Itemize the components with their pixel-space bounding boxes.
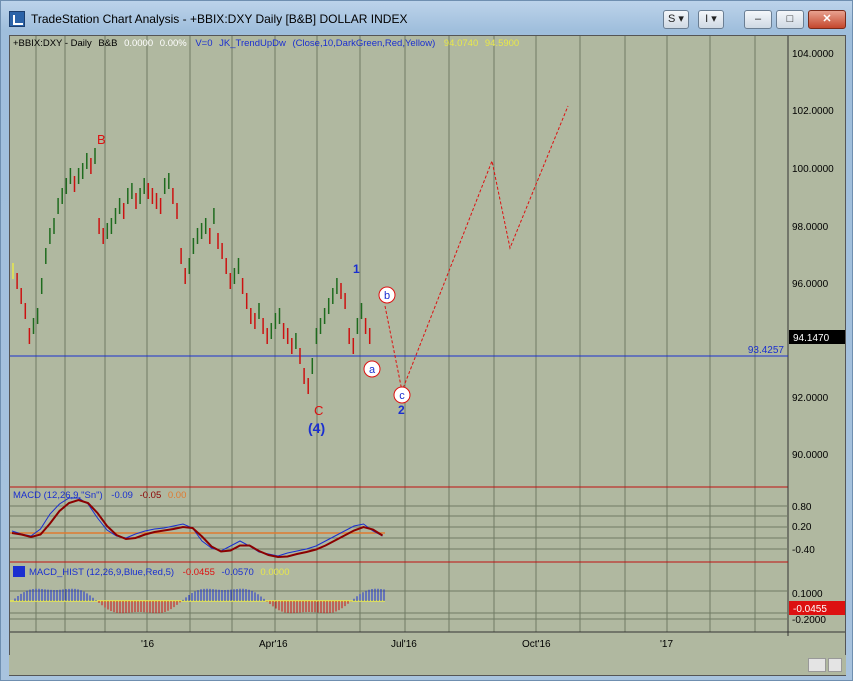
macd-v2: -0.05 (140, 490, 162, 501)
x-axis: '16 Apr'16 Jul'16 Oct'16 '17 (141, 639, 673, 650)
macd-v1: -0.09 (111, 490, 133, 501)
macd-panel: MACD (12,26,9,"Sn") -0.09 -0.05 0.00 0.8… (10, 490, 815, 563)
wave-label-B: B (97, 132, 106, 147)
hist-tick-0.1: 0.1000 (792, 589, 823, 600)
price-axis-ticks: 104.0000 102.0000 100.0000 98.0000 96.00… (792, 49, 834, 461)
wave-label-c: c (399, 390, 405, 402)
last-price-label: 94.1470 (793, 333, 830, 344)
header-volume: V=0 (195, 38, 212, 49)
maximize-icon: □ (786, 13, 794, 25)
header-val1: 94.0740 (444, 38, 478, 49)
macd-header: MACD (12,26,9,"Sn") -0.09 -0.05 0.00 (13, 490, 186, 501)
x-label-apr16: Apr'16 (259, 639, 288, 650)
y-tick-92: 92.0000 (792, 393, 829, 404)
wave-label-2: 2 (398, 403, 405, 417)
zoom-out-button[interactable] (808, 658, 826, 672)
x-label-16: '16 (141, 639, 154, 650)
settings-button[interactable]: S ▾ (663, 10, 689, 29)
y-tick-104: 104.0000 (792, 49, 834, 60)
header-change: 0.0000 (124, 38, 153, 49)
header-symbol: +BBIX:DXY - Daily (13, 38, 92, 49)
close-button[interactable]: ✕ (808, 10, 846, 29)
chart-area[interactable]: 93.4257 +BBIX:DXY - Daily B&B 0.0000 0.0… (9, 35, 846, 676)
maximize-button[interactable]: □ (776, 10, 804, 29)
macd-hist-panel: MACD_HIST (12,26,9,Blue,Red,5) -0.0455 -… (10, 566, 845, 633)
settings-icon: S (668, 13, 676, 25)
macd-v3: 0.00 (168, 490, 187, 501)
header-params: (Close,10,DarkGreen,Red,Yellow) (293, 38, 436, 49)
price-panel-header: +BBIX:DXY - Daily B&B 0.0000 0.00% V=0 J… (13, 38, 519, 49)
hist-last-value: -0.0455 (793, 604, 827, 615)
window-title: TradeStation Chart Analysis - +BBIX:DXY … (31, 12, 408, 26)
y-tick-96: 96.0000 (792, 279, 829, 290)
y-tick-102: 102.0000 (792, 106, 834, 117)
minimize-button[interactable]: – (744, 10, 772, 29)
hist-indicator-icon (13, 566, 25, 577)
title-bar: TradeStation Chart Analysis - +BBIX:DXY … (1, 1, 852, 35)
macd-signal-line (11, 498, 384, 559)
macd-tick-neg0.40: -0.40 (792, 545, 815, 556)
minimize-icon: – (754, 13, 762, 25)
hist-header: MACD_HIST (12,26,9,Blue,Red,5) -0.0455 -… (29, 567, 289, 578)
wave-label-1: 1 (353, 262, 360, 276)
header-bb: B&B (98, 38, 117, 49)
y-tick-100: 100.0000 (792, 164, 834, 175)
hist-v3: 0.0000 (260, 567, 289, 578)
chart-canvas[interactable]: 93.4257 +BBIX:DXY - Daily B&B 0.0000 0.0… (10, 36, 845, 656)
info-icon: I (705, 13, 709, 25)
support-line-label: 93.4257 (748, 345, 785, 356)
hist-v2: -0.0570 (222, 567, 254, 578)
wave-label-b: b (384, 290, 390, 302)
macd-title: MACD (12,26,9,"Sn") (13, 490, 103, 501)
close-icon: ✕ (822, 13, 832, 25)
projection-path (384, 105, 569, 393)
price-panel: 93.4257 +BBIX:DXY - Daily B&B 0.0000 0.0… (10, 36, 845, 636)
wave-label-a: a (369, 364, 376, 376)
macd-tick-0.80: 0.80 (792, 502, 812, 513)
header-val2: 94.5900 (485, 38, 519, 49)
x-label-oct16: Oct'16 (522, 639, 551, 650)
zoom-in-button[interactable] (828, 658, 842, 672)
header-pct: 0.00% (160, 38, 187, 49)
info-button[interactable]: I ▾ (698, 10, 724, 29)
tradestation-app-icon (9, 11, 25, 27)
x-label-17: '17 (660, 639, 673, 650)
x-label-jul16: Jul'16 (391, 639, 417, 650)
price-bars (12, 148, 371, 394)
wave-label-4: (4) (308, 420, 325, 436)
y-tick-98: 98.0000 (792, 222, 829, 233)
hist-title: MACD_HIST (12,26,9,Blue,Red,5) (29, 567, 174, 578)
macd-tick-0.20: 0.20 (792, 522, 812, 533)
vertical-gridlines (35, 36, 756, 632)
chart-window: TradeStation Chart Analysis - +BBIX:DXY … (0, 0, 853, 681)
y-tick-90: 90.0000 (792, 450, 829, 461)
hist-tick-neg0.2: -0.2000 (792, 615, 826, 626)
horizontal-scrollbar[interactable] (9, 655, 846, 675)
hist-v1: -0.0455 (183, 567, 215, 578)
wave-label-C: C (314, 403, 323, 418)
header-indicator: JK_TrendUpDw (219, 38, 286, 49)
